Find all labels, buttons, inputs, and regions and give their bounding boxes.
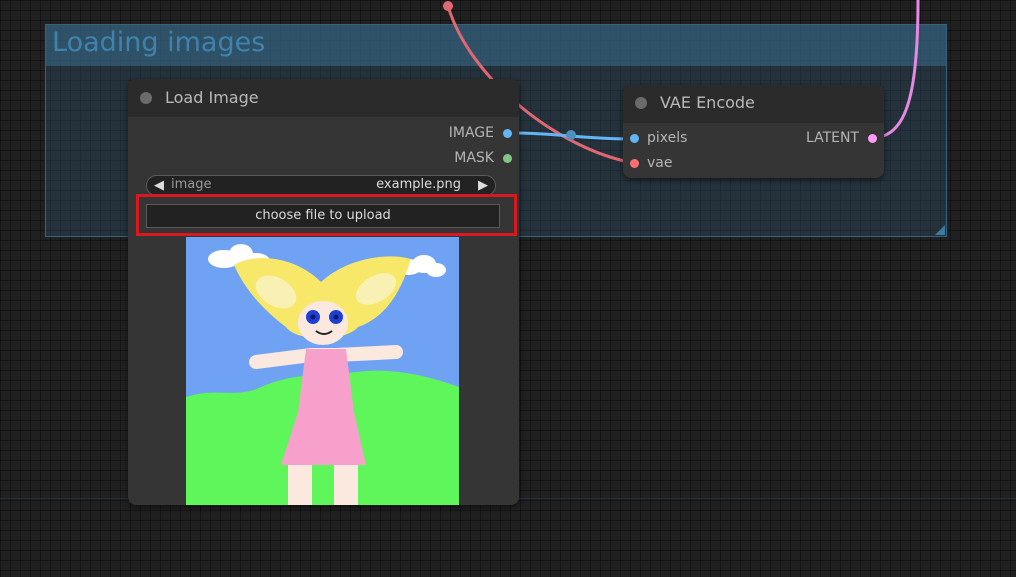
input-pixels-slot[interactable] (630, 134, 639, 143)
input-vae-label: vae (647, 155, 673, 171)
vae-encode-node[interactable]: VAE Encode pixels vae LATENT (623, 85, 884, 178)
output-latent-slot[interactable] (868, 134, 877, 143)
collapse-dot-icon[interactable] (635, 97, 647, 109)
combo-left-arrow-icon[interactable]: ◀ (154, 176, 164, 195)
output-image-slot[interactable] (503, 129, 512, 138)
output-mask-slot[interactable] (503, 154, 512, 163)
face (298, 301, 348, 345)
upload-button[interactable]: choose file to upload (146, 204, 500, 228)
combo-value[interactable]: example.png (376, 177, 461, 192)
node-header[interactable]: Load Image (128, 79, 519, 117)
node-title: Load Image (165, 88, 259, 107)
image-link-midpoint (566, 130, 576, 140)
input-pixels-label: pixels (647, 130, 688, 146)
output-latent-label: LATENT (805, 130, 859, 146)
image-combo-widget[interactable]: ◀ image example.png ▶ (146, 175, 496, 196)
node-header[interactable]: VAE Encode (623, 85, 884, 123)
vae-link-reroute-dot (443, 1, 453, 11)
image-preview (186, 237, 459, 505)
load-image-node[interactable]: Load Image IMAGE MASK ◀ image example.pn… (128, 79, 519, 505)
collapse-dot-icon[interactable] (140, 92, 152, 104)
combo-label: image (171, 177, 212, 192)
output-image-label: IMAGE (448, 125, 494, 141)
node-title: VAE Encode (660, 93, 755, 112)
output-mask-label: MASK (454, 150, 494, 166)
input-vae-slot[interactable] (630, 159, 639, 168)
combo-right-arrow-icon[interactable]: ▶ (478, 176, 488, 195)
